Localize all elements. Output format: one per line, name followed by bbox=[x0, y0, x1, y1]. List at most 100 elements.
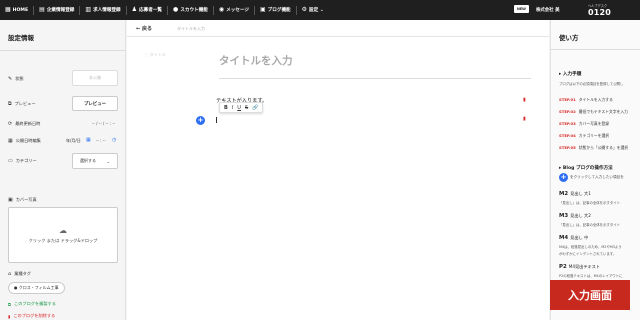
top-nav: ▦ HOME ▤ 企業情報登録 ▥ 求人情報登録 ♟ 応募者一覧 ● スカウト機能 ◉ メッ… bbox=[0, 0, 640, 20]
step-text: 状態から「公開する」を選択 bbox=[578, 145, 629, 150]
nav-home-label: HOME bbox=[12, 7, 29, 13]
tag-chip[interactable]: ● クロス・フィルム工事 bbox=[8, 282, 65, 294]
delete-blog-link[interactable]: ▮ このブログを削除する bbox=[8, 313, 55, 319]
pencil-icon: ✎ bbox=[8, 76, 13, 82]
nav-blog[interactable]: ▣ ブログ機能 bbox=[255, 0, 296, 20]
title-input[interactable]: タイトルを入力 bbox=[219, 53, 293, 68]
heading-tag: M3 bbox=[559, 213, 569, 219]
nav-blog-label: ブログ機能 bbox=[267, 8, 291, 13]
heading-desc: M4は、段落見出しのため、M2やM3よう bbox=[559, 245, 622, 249]
home-icon: ▦ bbox=[5, 6, 11, 13]
nav-job-info-label: 求人情報登録 bbox=[93, 8, 121, 13]
heading-p2: P2 M4見出テキスト bbox=[559, 264, 600, 270]
preview-button[interactable]: プレビュー bbox=[72, 96, 118, 111]
heading-name: 見出し 大1 bbox=[570, 191, 591, 196]
status-label: 状態 bbox=[15, 76, 24, 81]
heading-desc: 「見出し」は、記事の全体を示すタイト bbox=[559, 201, 621, 205]
back-label: 戻る bbox=[141, 26, 152, 32]
message-icon: ◉ bbox=[218, 6, 225, 13]
breadcrumb: タイトルを入力 bbox=[177, 26, 205, 31]
chevron-down-icon: ⌄ bbox=[106, 158, 110, 164]
new-badge: NEW bbox=[514, 5, 529, 13]
publish-time-input[interactable]: -- : -- bbox=[96, 138, 106, 143]
step-item: STEP.05 状態から「公開する」を選択 bbox=[559, 145, 628, 151]
step-text: カテゴリーを選択 bbox=[578, 133, 610, 138]
heading-name: M4見出テキスト bbox=[568, 264, 600, 269]
chat-icon: ● bbox=[173, 6, 179, 13]
nav-job-info[interactable]: ▥ 求人情報登録 bbox=[80, 0, 125, 20]
copy-blog-label: このブログを複製する bbox=[14, 301, 56, 306]
howto-panel: 使い方 ▸ 入力手順 ブログは以下の必須項目を登録して公開し STEP.01 タイ… bbox=[550, 20, 640, 320]
publish-date-input[interactable]: 年/月/日 bbox=[66, 138, 81, 144]
divider bbox=[551, 49, 640, 50]
nav-company-info[interactable]: ▤ 企業情報登録 bbox=[34, 0, 79, 20]
preview-row-label: ⧉ プレビュー bbox=[8, 101, 36, 107]
step-text: カバー写真を登録 bbox=[578, 121, 610, 126]
trash-icon: ▮ bbox=[8, 313, 11, 319]
settings-panel: 設定情報 ✎ 状態 非公開 ⧉ プレビュー プレビュー ⟳ 最終更新日時 -- / -… bbox=[0, 20, 126, 320]
category-select-value: 選択する bbox=[80, 158, 96, 163]
category-row-label: ▭ カテゴリー bbox=[8, 158, 37, 164]
preview-label: プレビュー bbox=[14, 101, 36, 106]
bold-button[interactable]: B bbox=[224, 105, 228, 111]
clock-icon[interactable]: ◷ bbox=[112, 137, 116, 143]
link-icon[interactable]: 🔗 bbox=[252, 105, 258, 111]
add-block-button[interactable]: + bbox=[196, 116, 205, 125]
input-steps-sub: ブログは以下の必須項目を登録して公開し bbox=[559, 82, 624, 86]
strike-button[interactable]: S bbox=[245, 105, 248, 111]
last-updated-row-label: ⟳ 最終更新日時 bbox=[8, 121, 40, 127]
step-number: STEP.01 bbox=[559, 97, 576, 102]
back-button[interactable]: ← 戻る bbox=[136, 25, 152, 32]
trash-icon[interactable]: ▮ bbox=[523, 97, 526, 103]
nav-message[interactable]: ◉ メッセージ bbox=[214, 0, 254, 20]
copy-blog-link[interactable]: ⧉ このブログを複製する bbox=[8, 301, 56, 307]
input-screen-badge: 入力画面 bbox=[550, 280, 630, 310]
nav-scout[interactable]: ● スカウト機能 bbox=[168, 0, 213, 20]
step-text: 最低でもテキスト文字を入力 bbox=[578, 109, 628, 114]
add-block-hint: をクリックして入力したい項目を bbox=[570, 175, 624, 179]
step-item: STEP.03 カバー写真を登録 bbox=[559, 121, 609, 127]
trash-icon[interactable]: ▮ bbox=[523, 116, 526, 122]
category-label: カテゴリー bbox=[15, 158, 37, 163]
gear-icon: ⚙ bbox=[301, 6, 308, 13]
heading-desc: 「見出し」は、記事の全体を示すタイト bbox=[559, 223, 621, 227]
status-row-label: ✎ 状態 bbox=[8, 76, 24, 82]
step-number: STEP.03 bbox=[559, 121, 576, 126]
nav-settings[interactable]: ⚙ 設定 ⌄ bbox=[297, 0, 329, 20]
nav-company-info-label: 企業情報登録 bbox=[46, 8, 75, 13]
tag-label: 業種タグ bbox=[14, 271, 31, 276]
heading-name: 見出し 中 bbox=[570, 235, 589, 240]
underline-button[interactable]: U bbox=[237, 105, 241, 111]
step-number: STEP.02 bbox=[559, 109, 576, 114]
upload-hint: クリック または ドラッグ&ドロップ bbox=[28, 237, 98, 243]
title-side-text: タイトル bbox=[149, 52, 166, 57]
heading-m3: M3 見出し 大2 bbox=[559, 213, 591, 219]
company-name[interactable]: 株式会社 美 bbox=[536, 7, 559, 13]
divider bbox=[0, 50, 126, 51]
calendar-picker-icon[interactable]: ▦ bbox=[86, 137, 91, 143]
nav-applicants[interactable]: ♟ 応募者一覧 bbox=[127, 0, 167, 20]
publish-row-label: ▦ 公開日時編集 bbox=[8, 138, 41, 144]
category-select[interactable]: 選択する ⌄ bbox=[72, 153, 118, 169]
heading-desc: P2の段落テキストは、M4のレイアウトに bbox=[559, 274, 623, 278]
heading-m4: M4 見出し 中 bbox=[559, 235, 588, 241]
heading-tag: P2 bbox=[559, 264, 567, 270]
text-caret bbox=[216, 117, 217, 123]
input-steps-heading-text: 入力手順 bbox=[562, 72, 582, 77]
heading-tag: M4 bbox=[559, 235, 569, 241]
cover-upload-area[interactable]: ☁ クリック または ドラッグ&ドロップ bbox=[8, 207, 118, 263]
last-updated-label: 最終更新日時 bbox=[15, 121, 41, 126]
image-icon: ▣ bbox=[8, 197, 13, 203]
italic-button[interactable]: I bbox=[232, 105, 233, 111]
person-icon: ♟ bbox=[131, 6, 138, 13]
status-select[interactable]: 非公開 bbox=[72, 70, 118, 86]
nav-home[interactable]: ▦ HOME bbox=[0, 0, 33, 20]
step-item: STEP.02 最低でもテキスト文字を入力 bbox=[559, 109, 628, 115]
blog-howto-heading: ▸ Blog ブログの操作方法 bbox=[559, 165, 613, 171]
heading-tag: M2 bbox=[559, 191, 569, 197]
heading-name: 見出し 大2 bbox=[570, 213, 591, 218]
blog-icon: ▣ bbox=[259, 6, 266, 13]
title-side-label: ◌ タイトル bbox=[145, 52, 166, 58]
nav-message-label: メッセージ bbox=[226, 8, 249, 13]
step-number: STEP.05 bbox=[559, 145, 576, 150]
